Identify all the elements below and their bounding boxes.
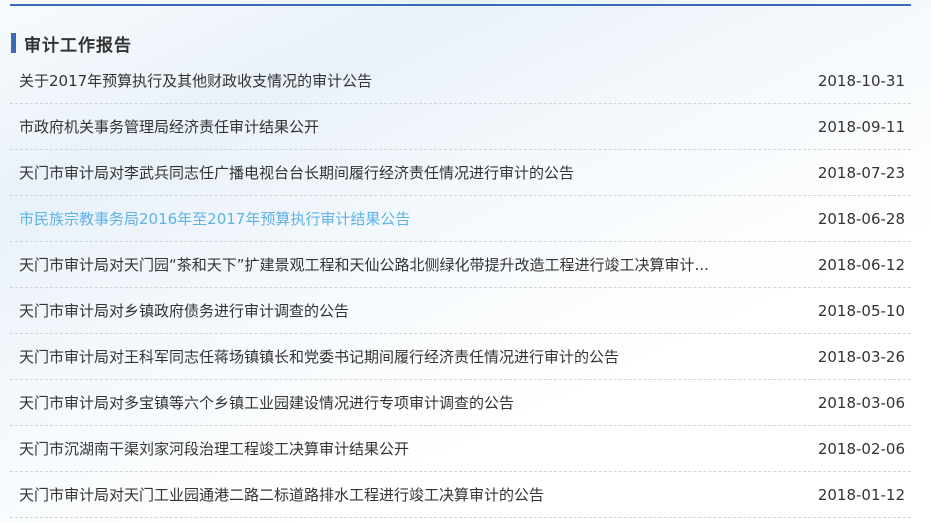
- report-date: 2018-06-28: [818, 210, 905, 228]
- report-link[interactable]: 天门市沉湖南干渠刘家河段治理工程竣工决算审计结果公开: [19, 438, 798, 459]
- list-item[interactable]: 天门市审计局对天门园“茶和天下”扩建景观工程和天仙公路北侧绿化带提升改造工程进行…: [10, 242, 911, 288]
- list-item[interactable]: 天门市沉湖南干渠刘家河段治理工程竣工决算审计结果公开 2018-02-06: [10, 426, 911, 472]
- report-list: 关于2017年预算执行及其他财政收支情况的审计公告 2018-10-31 市政府…: [10, 58, 911, 518]
- section-accent-bar: [11, 33, 16, 53]
- report-date: 2018-03-06: [818, 394, 905, 412]
- report-date: 2018-03-26: [818, 348, 905, 366]
- report-link[interactable]: 天门市审计局对王科军同志任蒋场镇镇长和党委书记期间履行经济责任情况进行审计的公告: [19, 346, 798, 367]
- audit-report-page: 审计工作报告 关于2017年预算执行及其他财政收支情况的审计公告 2018-10…: [0, 4, 931, 518]
- list-item[interactable]: 天门市审计局对王科军同志任蒋场镇镇长和党委书记期间履行经济责任情况进行审计的公告…: [10, 334, 911, 380]
- report-link[interactable]: 天门市审计局对天门工业园通港二路二标道路排水工程进行竣工决算审计的公告: [19, 484, 798, 505]
- report-date: 2018-09-11: [818, 118, 905, 136]
- list-item[interactable]: 天门市审计局对多宝镇等六个乡镇工业园建设情况进行专项审计调查的公告 2018-0…: [10, 380, 911, 426]
- report-link[interactable]: 天门市审计局对多宝镇等六个乡镇工业园建设情况进行专项审计调查的公告: [19, 392, 798, 413]
- report-date: 2018-07-23: [818, 164, 905, 182]
- list-item[interactable]: 关于2017年预算执行及其他财政收支情况的审计公告 2018-10-31: [10, 58, 911, 104]
- report-date: 2018-10-31: [818, 72, 905, 90]
- list-item[interactable]: 天门市审计局对乡镇政府债务进行审计调查的公告 2018-05-10: [10, 288, 911, 334]
- report-link[interactable]: 天门市审计局对乡镇政府债务进行审计调查的公告: [19, 300, 798, 321]
- list-item[interactable]: 天门市审计局对天门工业园通港二路二标道路排水工程进行竣工决算审计的公告 2018…: [10, 472, 911, 518]
- list-item[interactable]: 市民族宗教事务局2016年至2017年预算执行审计结果公告 2018-06-28: [10, 196, 911, 242]
- report-link[interactable]: 市政府机关事务管理局经济责任审计结果公开: [19, 116, 798, 137]
- list-item[interactable]: 天门市审计局对李武兵同志任广播电视台台长期间履行经济责任情况进行审计的公告 20…: [10, 150, 911, 196]
- report-date: 2018-01-12: [818, 486, 905, 504]
- section-header: 审计工作报告: [11, 32, 911, 54]
- report-link[interactable]: 天门市审计局对天门园“茶和天下”扩建景观工程和天仙公路北侧绿化带提升改造工程进行…: [19, 254, 798, 275]
- report-date: 2018-06-12: [818, 256, 905, 274]
- report-date: 2018-05-10: [818, 302, 905, 320]
- top-divider: [10, 4, 911, 6]
- section-title: 审计工作报告: [24, 31, 132, 56]
- list-item[interactable]: 市政府机关事务管理局经济责任审计结果公开 2018-09-11: [10, 104, 911, 150]
- report-link[interactable]: 关于2017年预算执行及其他财政收支情况的审计公告: [19, 70, 798, 91]
- report-link[interactable]: 市民族宗教事务局2016年至2017年预算执行审计结果公告: [19, 208, 798, 229]
- report-date: 2018-02-06: [818, 440, 905, 458]
- report-link[interactable]: 天门市审计局对李武兵同志任广播电视台台长期间履行经济责任情况进行审计的公告: [19, 162, 798, 183]
